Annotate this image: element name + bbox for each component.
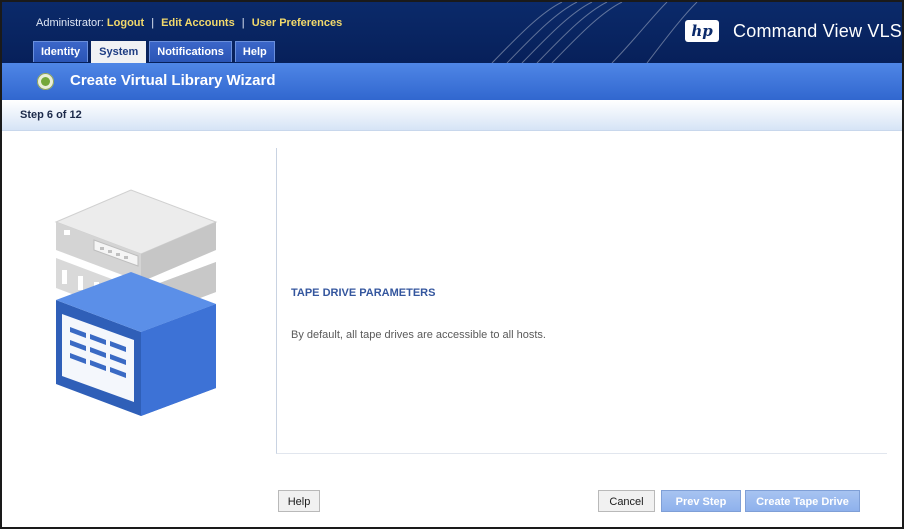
- wizard-status-icon: [37, 73, 54, 90]
- wizard-title: Create Virtual Library Wizard: [70, 72, 276, 89]
- tab-identity[interactable]: Identity: [33, 41, 89, 62]
- tab-help[interactable]: Help: [234, 41, 275, 62]
- step-indicator: Step 6 of 12: [20, 109, 82, 121]
- administrator-label: Administrator:: [36, 17, 104, 29]
- prev-step-button[interactable]: Prev Step: [661, 490, 741, 512]
- section-description: By default, all tape drives are accessib…: [291, 329, 546, 341]
- tape-library-illustration-icon: [54, 189, 218, 416]
- section-title: TAPE DRIVE PARAMETERS: [291, 287, 436, 299]
- logout-link[interactable]: Logout: [107, 17, 144, 29]
- brand: hp Command View VLS: [685, 16, 902, 46]
- user-menu: Administrator: Logout | Edit Accounts | …: [36, 17, 342, 29]
- hp-logo-icon: hp: [685, 20, 720, 42]
- top-banner: Administrator: Logout | Edit Accounts | …: [2, 2, 902, 63]
- cancel-button[interactable]: Cancel: [598, 490, 655, 512]
- user-preferences-link[interactable]: User Preferences: [252, 17, 343, 29]
- main-tabs: Identity System Notifications Help: [33, 41, 278, 63]
- separator: |: [241, 17, 245, 29]
- edit-accounts-link[interactable]: Edit Accounts: [161, 17, 235, 29]
- tab-notifications[interactable]: Notifications: [149, 41, 232, 62]
- application-window: Administrator: Logout | Edit Accounts | …: [0, 0, 904, 529]
- wizard-content-panel: TAPE DRIVE PARAMETERS By default, all ta…: [276, 148, 887, 454]
- create-tape-drive-button[interactable]: Create Tape Drive: [745, 490, 860, 512]
- step-indicator-bar: Step 6 of 12: [2, 100, 902, 131]
- tab-system[interactable]: System: [91, 41, 147, 63]
- help-button[interactable]: Help: [278, 490, 320, 512]
- product-name: Command View VLS: [733, 20, 902, 41]
- separator: |: [151, 17, 155, 29]
- wizard-title-bar: Create Virtual Library Wizard: [2, 63, 902, 100]
